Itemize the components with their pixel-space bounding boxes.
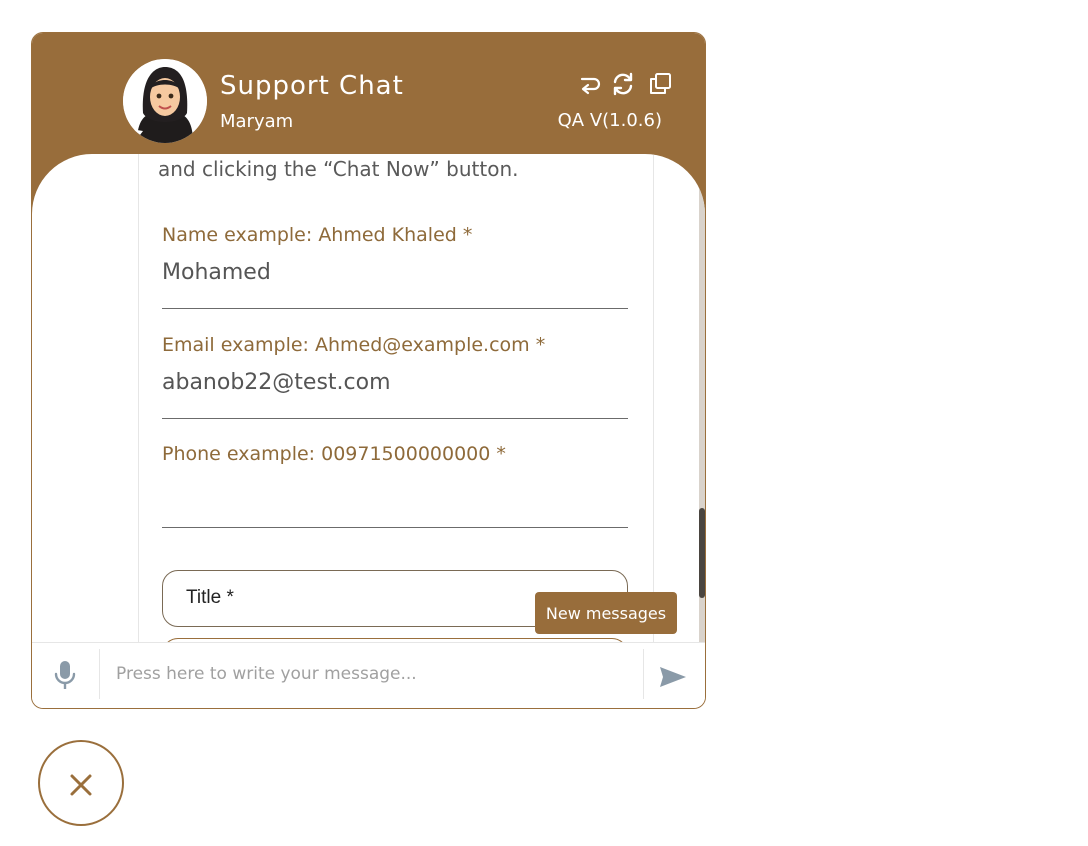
composer-divider — [643, 649, 644, 699]
return-icon[interactable] — [576, 71, 602, 97]
email-field-underline — [162, 418, 628, 419]
agent-avatar — [123, 59, 207, 143]
message-bubble: and clicking the “Chat Now” button. Name… — [138, 154, 654, 642]
refresh-icon[interactable] — [610, 71, 636, 97]
send-icon[interactable] — [659, 665, 687, 689]
close-icon — [70, 774, 92, 796]
agent-name: Maryam — [220, 111, 294, 132]
version-label: QA V(1.0.6) — [557, 110, 662, 131]
new-messages-button[interactable]: New messages — [535, 592, 677, 634]
name-field-underline — [162, 308, 628, 309]
name-field-label: Name example: Ahmed Khaled * — [162, 224, 473, 246]
chat-window: Support Chat Maryam QA V(1.0.6) and clic… — [31, 32, 706, 709]
chat-title: Support Chat — [220, 71, 404, 101]
scrollbar-thumb[interactable] — [699, 508, 705, 598]
composer-divider — [99, 649, 100, 699]
email-field[interactable]: abanob22@test.com — [162, 370, 391, 395]
message-composer — [32, 642, 705, 708]
message-text: and clicking the “Chat Now” button. — [158, 157, 519, 181]
popout-icon[interactable] — [647, 71, 673, 97]
email-field-label: Email example: Ahmed@example.com * — [162, 334, 546, 356]
microphone-icon[interactable] — [52, 659, 78, 691]
phone-field-underline — [162, 527, 628, 528]
title-input-label: Title * — [186, 587, 234, 608]
phone-field-label: Phone example: 00971500000000 * — [162, 443, 506, 465]
name-field[interactable]: Mohamed — [162, 260, 271, 285]
message-input[interactable] — [114, 655, 638, 693]
messages-panel: and clicking the “Chat Now” button. Name… — [32, 154, 705, 642]
close-chat-button[interactable] — [38, 740, 124, 826]
